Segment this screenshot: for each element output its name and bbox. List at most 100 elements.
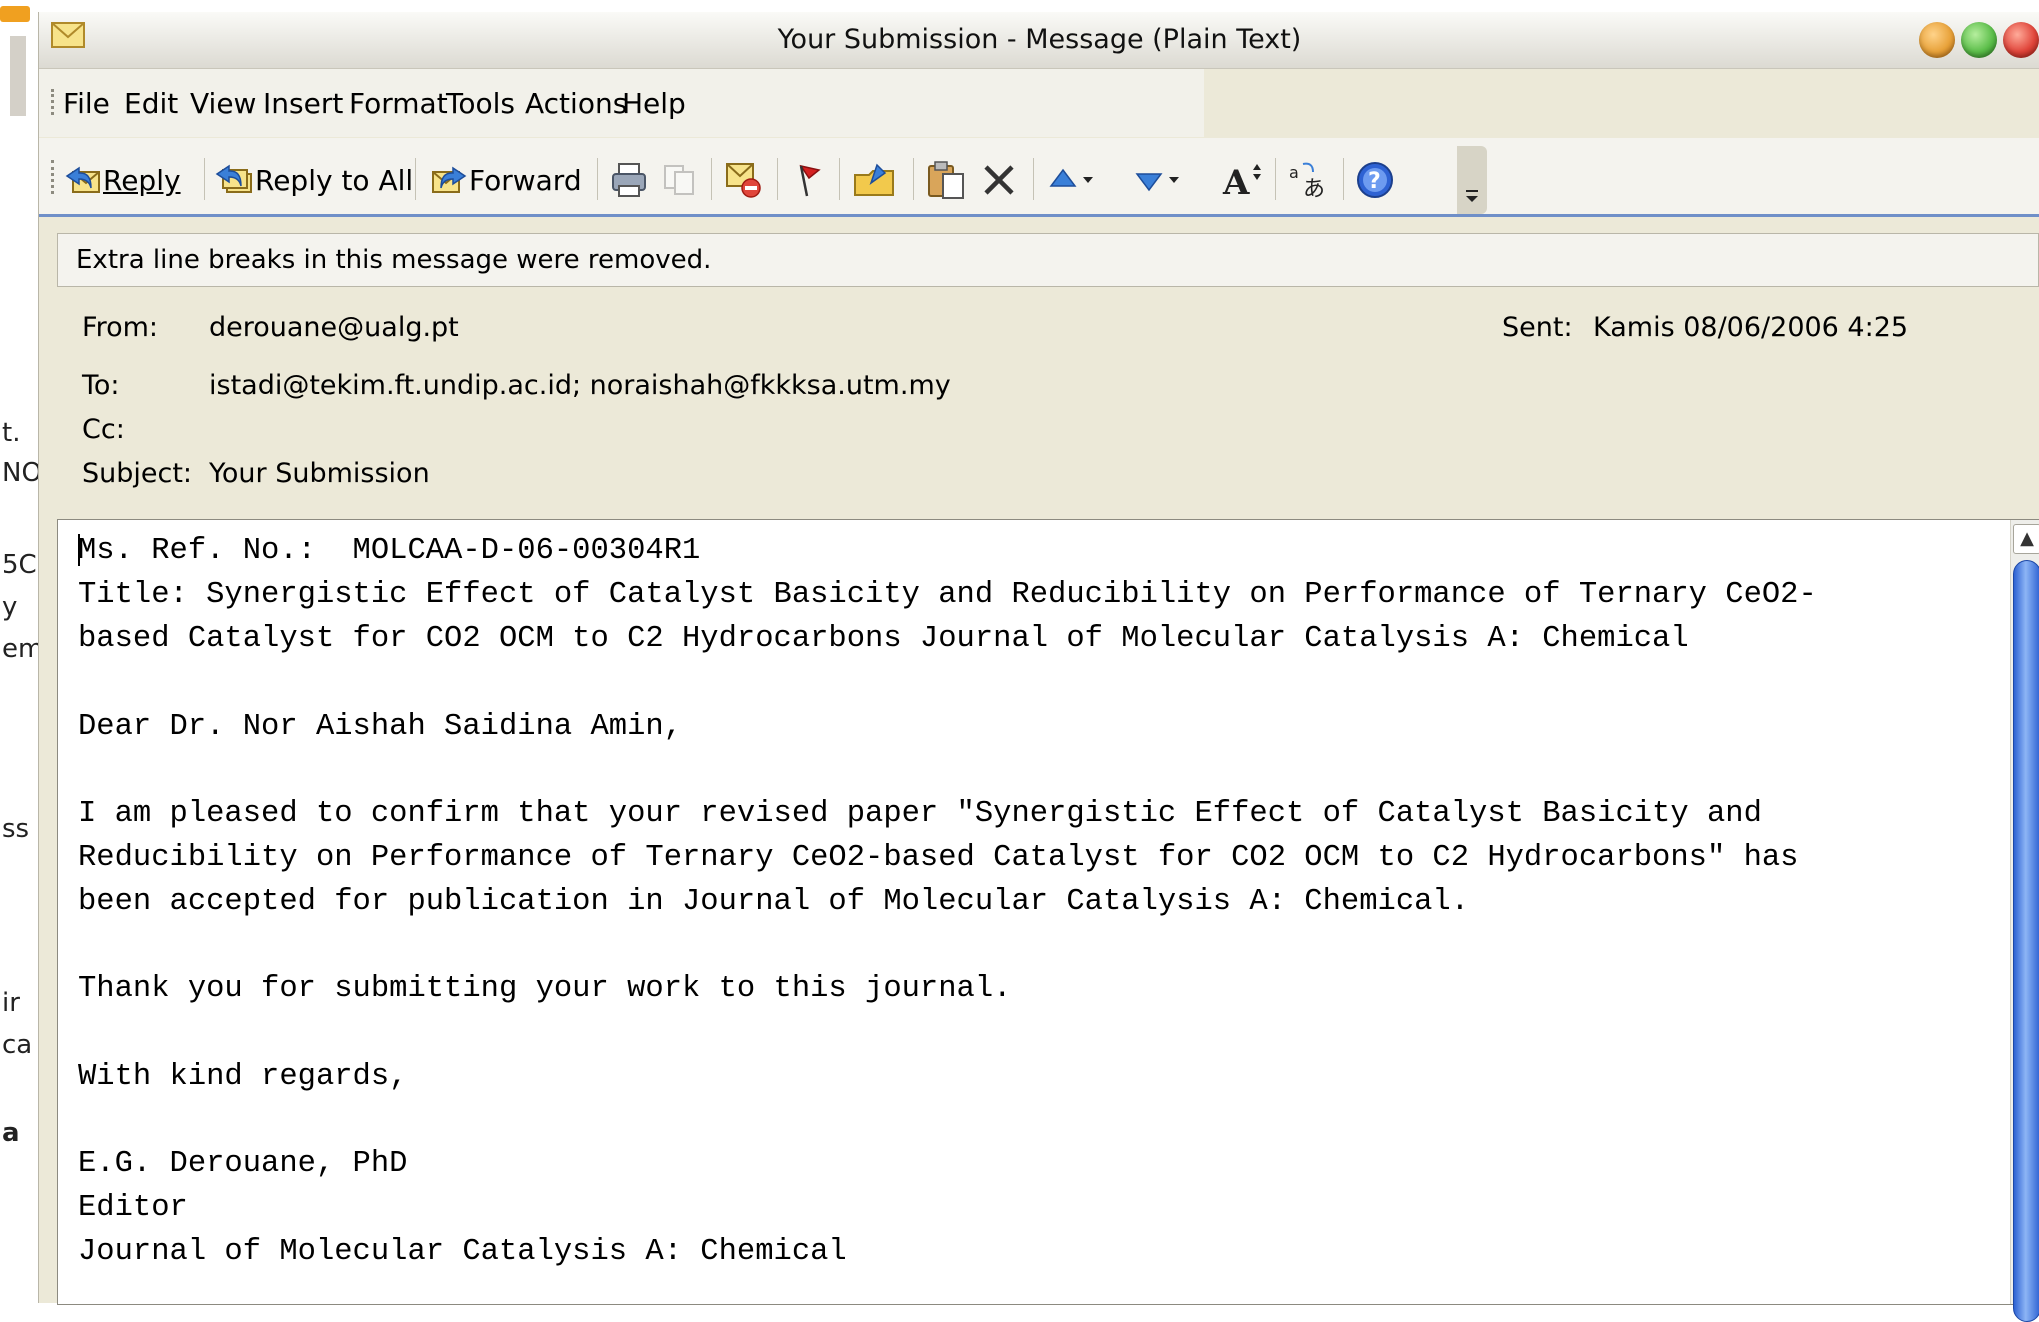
background-text-fragment: t. bbox=[2, 418, 21, 448]
toolbar-separator bbox=[777, 158, 778, 200]
font-size-icon: A bbox=[1222, 163, 1261, 200]
background-text-fragment: ca bbox=[2, 1030, 33, 1060]
background-text-fragment: a bbox=[2, 1118, 20, 1148]
toolbar-separator bbox=[204, 158, 205, 200]
toolbar-separator bbox=[913, 158, 914, 200]
delete-envelope-button[interactable] bbox=[723, 162, 763, 198]
background-text-fragment: 5C bbox=[2, 550, 37, 580]
chevron-down-icon[interactable] bbox=[1079, 173, 1097, 187]
copy-button[interactable] bbox=[659, 162, 699, 198]
menu-view[interactable]: View bbox=[190, 87, 256, 120]
info-bar[interactable]: Extra line breaks in this message were r… bbox=[57, 233, 2039, 287]
help-icon: ? bbox=[1357, 162, 1393, 198]
svg-text:?: ? bbox=[1368, 169, 1381, 194]
reply-button[interactable]: Reply bbox=[63, 162, 181, 198]
body-line: With kind regards, bbox=[78, 1060, 408, 1094]
toolbar-separator bbox=[1275, 158, 1276, 200]
title-bar[interactable]: Your Submission - Message (Plain Text) bbox=[39, 12, 2039, 69]
menu-file[interactable]: File bbox=[63, 87, 110, 120]
move-to-folder-button[interactable] bbox=[853, 162, 897, 198]
from-value[interactable]: derouane@ualg.pt bbox=[209, 312, 459, 343]
reply-all-icon bbox=[215, 164, 252, 193]
body-line: Dear Dr. Nor Aishah Saidina Amin, bbox=[78, 710, 682, 744]
copy-icon bbox=[664, 165, 694, 195]
follow-up-button[interactable] bbox=[791, 162, 827, 198]
toolbar-separator bbox=[597, 158, 598, 200]
paste-icon bbox=[928, 161, 964, 199]
forward-label: Forward bbox=[469, 163, 582, 197]
body-line: been accepted for publication in Journal… bbox=[78, 885, 1470, 919]
minimize-button[interactable] bbox=[1919, 22, 1955, 58]
help-button[interactable]: ? bbox=[1355, 162, 1395, 198]
menu-help[interactable]: Help bbox=[622, 87, 686, 120]
subject-label: Subject: bbox=[82, 458, 193, 489]
message-window: Your Submission - Message (Plain Text) F… bbox=[38, 12, 2039, 1322]
svg-text:a: a bbox=[1289, 163, 1299, 182]
subject-value: Your Submission bbox=[209, 458, 430, 489]
previous-item-icon bbox=[1049, 168, 1077, 187]
window-title: Your Submission - Message (Plain Text) bbox=[777, 24, 1302, 55]
toolbar-options-icon bbox=[1466, 190, 1478, 202]
info-bar-text: Extra line breaks in this message were r… bbox=[76, 245, 712, 275]
toolbar-separator bbox=[839, 158, 840, 200]
delete-icon bbox=[984, 165, 1014, 195]
menu-format[interactable]: Format bbox=[349, 87, 448, 120]
paste-button[interactable] bbox=[925, 161, 969, 199]
next-item-button[interactable] bbox=[1133, 162, 1183, 198]
delete-envelope-icon bbox=[726, 163, 761, 198]
previous-item-button[interactable] bbox=[1047, 162, 1097, 198]
close-button[interactable] bbox=[2003, 22, 2039, 58]
toolbar-grip[interactable] bbox=[51, 160, 58, 194]
menu-actions[interactable]: Actions bbox=[525, 87, 627, 120]
svg-text:あ: あ bbox=[1303, 177, 1325, 200]
menu-bar: File Edit View Insert Format Tools Actio… bbox=[39, 69, 1204, 137]
body-line: I am pleased to confirm that your revise… bbox=[78, 797, 1762, 831]
body-line: E.G. Derouane, PhD bbox=[78, 1147, 408, 1181]
menu-insert[interactable]: Insert bbox=[263, 87, 343, 120]
toolbar-separator bbox=[1033, 158, 1034, 200]
forward-button[interactable]: Forward bbox=[429, 162, 582, 198]
menu-tools[interactable]: Tools bbox=[446, 87, 515, 120]
sent-value: Kamis 08/06/2006 4:25 bbox=[1593, 312, 1909, 343]
menu-grip[interactable] bbox=[51, 89, 58, 115]
to-label: To: bbox=[82, 370, 120, 401]
background-scroll-fragment bbox=[10, 36, 26, 116]
background-text-fragment: NO bbox=[2, 458, 38, 488]
body-line: Ms. Ref. No.: MOLCAA-D-06-00304R1 bbox=[78, 534, 701, 568]
vertical-scrollbar[interactable]: ▲ bbox=[2010, 520, 2039, 1322]
body-line: Editor bbox=[78, 1191, 188, 1225]
toolbar-separator bbox=[415, 158, 416, 200]
body-line: Journal of Molecular Catalysis A: Chemic… bbox=[78, 1235, 847, 1269]
scroll-thumb[interactable] bbox=[2013, 560, 2039, 1322]
menu-edit[interactable]: Edit bbox=[124, 87, 178, 120]
forward-icon bbox=[432, 166, 467, 193]
body-line: Thank you for submitting your work to th… bbox=[78, 972, 1012, 1006]
standard-toolbar: Reply Reply to All Forward A a あ ? bbox=[39, 138, 2039, 217]
svg-text:A: A bbox=[1222, 163, 1250, 200]
cc-label: Cc: bbox=[82, 414, 125, 445]
reply-label: Reply bbox=[103, 163, 181, 197]
body-line: Title: Synergistic Effect of Catalyst Ba… bbox=[78, 578, 1817, 612]
toolbar-options-button[interactable] bbox=[1457, 146, 1487, 214]
to-value[interactable]: istadi@tekim.ft.undip.ac.id; noraishah@f… bbox=[209, 370, 951, 401]
maximize-button[interactable] bbox=[1961, 22, 1997, 58]
sent-label: Sent: bbox=[1502, 312, 1573, 343]
toolbar-separator bbox=[1343, 158, 1344, 200]
encoding-icon: a あ bbox=[1289, 162, 1325, 200]
body-line: based Catalyst for CO2 OCM to C2 Hydroca… bbox=[78, 622, 1689, 656]
delete-button[interactable] bbox=[981, 162, 1017, 198]
chevron-down-icon[interactable] bbox=[1165, 173, 1183, 187]
print-button[interactable] bbox=[609, 162, 649, 198]
encoding-button[interactable]: a あ bbox=[1287, 162, 1331, 200]
background-text-fragment: ss bbox=[2, 814, 30, 844]
background-window-edge: t. NO 5C y em ss ir ca a bbox=[0, 0, 38, 1303]
body-line: Reducibility on Performance of Ternary C… bbox=[78, 841, 1799, 875]
flag-icon bbox=[799, 164, 821, 197]
message-body[interactable]: Ms. Ref. No.: MOLCAA-D-06-00304R1 Title:… bbox=[57, 519, 2039, 1322]
scroll-up-button[interactable]: ▲ bbox=[2013, 524, 2039, 554]
move-to-folder-icon bbox=[854, 163, 894, 196]
background-text-fragment: em bbox=[2, 634, 38, 664]
font-size-button[interactable]: A bbox=[1221, 162, 1265, 200]
reply-all-button[interactable]: Reply to All bbox=[215, 162, 413, 198]
background-text-fragment: y bbox=[2, 592, 18, 622]
